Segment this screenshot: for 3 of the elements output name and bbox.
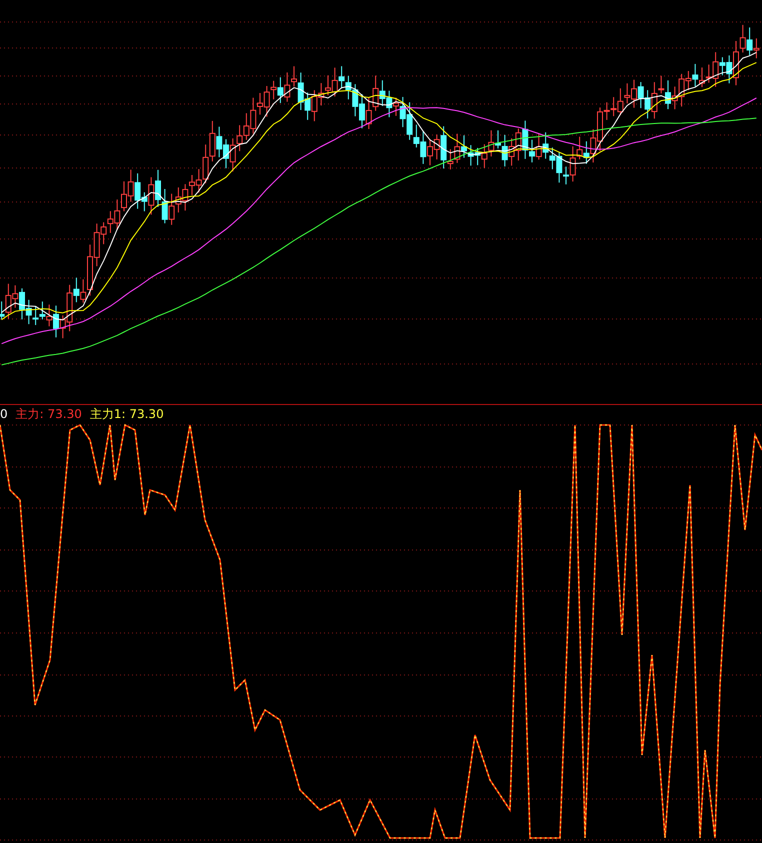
legend-value: 主力1: 73.30: [90, 407, 164, 421]
legend-value: 主力: 73.30: [16, 407, 82, 421]
legend-value: 0: [0, 407, 8, 421]
